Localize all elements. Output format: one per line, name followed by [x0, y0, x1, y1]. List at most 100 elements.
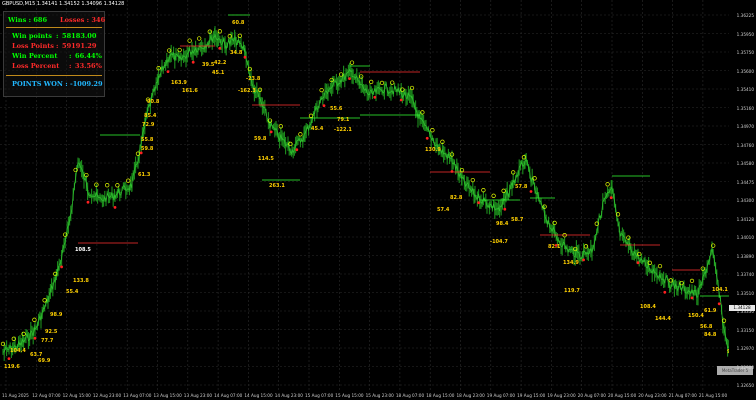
signal-circle — [605, 182, 610, 187]
trade-label: 163.9 — [171, 80, 187, 86]
price-tick: 1.35750 — [736, 50, 754, 55]
signal-circle — [308, 113, 314, 118]
time-tick: 14 Aug 23:00 — [274, 393, 303, 398]
trade-label: 58.7 — [511, 217, 524, 223]
sell-dot — [295, 148, 299, 152]
time-tick: 19 Aug 07:00 — [486, 393, 516, 398]
trade-label: 133.8 — [73, 278, 89, 284]
signal-circle — [379, 80, 385, 86]
sell-dot — [529, 190, 533, 193]
loss-percent-sep: : — [69, 62, 72, 70]
time-tick: 13 Aug 07:00 — [123, 393, 152, 398]
price-tick: 1.35600 — [736, 68, 754, 74]
time-tick: 12 Aug 23:00 — [92, 393, 122, 398]
signal-circle — [197, 36, 202, 41]
signal-circle — [491, 193, 496, 198]
trade-label: 98.4 — [496, 221, 509, 227]
trade-label: 108.4 — [640, 304, 656, 310]
price-tick: 1.34760 — [736, 142, 754, 148]
time-tick: 12 Aug 15:00 — [62, 393, 91, 398]
win-percent-label: Win Percent — [12, 52, 58, 60]
points-won: POINTS WON : -1009.29 — [12, 80, 103, 88]
loss-points-label: Loss Points — [12, 42, 54, 50]
symbol-header: GBPUSD,M15 1.34141 1.34152 1.34096 1.341… — [2, 1, 125, 7]
win-points-sep: : — [56, 32, 59, 40]
trade-label: 90.8 — [147, 99, 160, 105]
sell-dot — [609, 196, 613, 200]
price-tick: 1.33510 — [736, 290, 754, 296]
trade-label: 56.8 — [700, 324, 713, 330]
sell-dot — [450, 170, 454, 173]
trade-label: 59.8 — [254, 136, 267, 142]
signal-circle — [32, 317, 37, 322]
signal-circle — [349, 60, 355, 65]
price-tick: 1.34010 — [736, 235, 754, 240]
time-tick: 21 Aug 15:00 — [698, 393, 728, 398]
trade-label: 82.1 — [548, 244, 561, 250]
sell-dot — [399, 98, 403, 102]
price-line — [2, 33, 729, 354]
time-tick: 18 Aug 23:00 — [456, 393, 485, 398]
trade-label: 79.1 — [337, 117, 350, 123]
time-tick: 20 Aug 15:00 — [608, 393, 637, 398]
sell-dot — [717, 302, 721, 306]
time-tick: 19 Aug 23:00 — [547, 393, 576, 398]
price-tick: 1.33740 — [736, 272, 754, 277]
trade-label: 60.8 — [232, 20, 245, 26]
price-chart[interactable]: 119.6 104.4 77.7 98.9 92.5 69.963.7 55.4 108.5 1… — [0, 0, 729, 390]
trade-label: 55.8 — [141, 137, 154, 143]
win-points-label: Win points — [12, 32, 52, 40]
signal-circle — [657, 263, 663, 269]
price-tick: 1.33150 — [736, 327, 754, 333]
trade-label: 61.9 — [704, 308, 717, 314]
sell-dot — [86, 200, 90, 204]
time-tick: 11 Aug 2025 — [2, 393, 29, 398]
price-tick: 1.35410 — [736, 87, 754, 92]
trade-label: 61.3 — [138, 172, 151, 178]
time-tick: 14 Aug 15:00 — [244, 393, 273, 398]
trade-label: 57.8 — [515, 184, 528, 190]
price-tick: 1.32650 — [736, 383, 754, 388]
price-tick: 1.35950 — [736, 31, 754, 37]
trade-label: 104.4 — [10, 348, 26, 354]
trade-label: 85.4 — [144, 113, 157, 119]
trade-label: 130.9 — [425, 147, 441, 153]
watermark: MetaTrader 5 — [717, 366, 753, 375]
sell-dot — [373, 95, 377, 99]
trade-label: 144.4 — [655, 316, 671, 322]
sell-dot — [191, 60, 195, 64]
price-tick: 1.33890 — [736, 253, 754, 259]
trade-label: 114.5 — [258, 156, 274, 162]
losses-count: Losses : 346 — [60, 16, 106, 24]
current-price-badge: 1.34128 — [729, 305, 755, 311]
sell-dot — [503, 207, 507, 211]
signal-circle — [501, 188, 506, 193]
sell-dot — [60, 265, 63, 269]
signal-circle — [390, 80, 395, 85]
time-tick: 13 Aug 15:00 — [153, 393, 182, 398]
signal-circle — [42, 298, 47, 303]
price-tick: 1.34300 — [736, 198, 754, 203]
signal-circle — [115, 183, 120, 188]
trade-label: 63.7 — [30, 352, 43, 358]
price-tick: 1.34580 — [736, 161, 754, 166]
time-tick: 15 Aug 15:00 — [335, 393, 364, 398]
price-tick: 1.32970 — [736, 346, 754, 351]
signal-circle — [430, 128, 435, 133]
trade-label: 119.7 — [564, 288, 580, 294]
trade-label: 263.1 — [269, 183, 285, 189]
trade-label: 77.7 — [41, 338, 54, 344]
sell-dot — [322, 104, 326, 107]
time-tick: 15 Aug 07:00 — [305, 393, 334, 398]
sell-dot — [477, 201, 480, 205]
price-tick: 1.35160 — [736, 105, 754, 111]
trade-label: 39.5 — [202, 62, 215, 68]
trade-label: 45.4 — [311, 126, 324, 132]
stats-separator-top — [6, 27, 102, 28]
price-tick: 1.34475 — [736, 179, 754, 185]
trade-label: 150.4 — [688, 313, 704, 319]
sell-dot — [690, 296, 694, 300]
sell-dot — [582, 258, 585, 262]
chart-window[interactable]: 119.6 104.4 77.7 98.9 92.5 69.9 63.7 55.4 108.5 1… — [0, 0, 756, 400]
sell-dot — [7, 357, 11, 360]
